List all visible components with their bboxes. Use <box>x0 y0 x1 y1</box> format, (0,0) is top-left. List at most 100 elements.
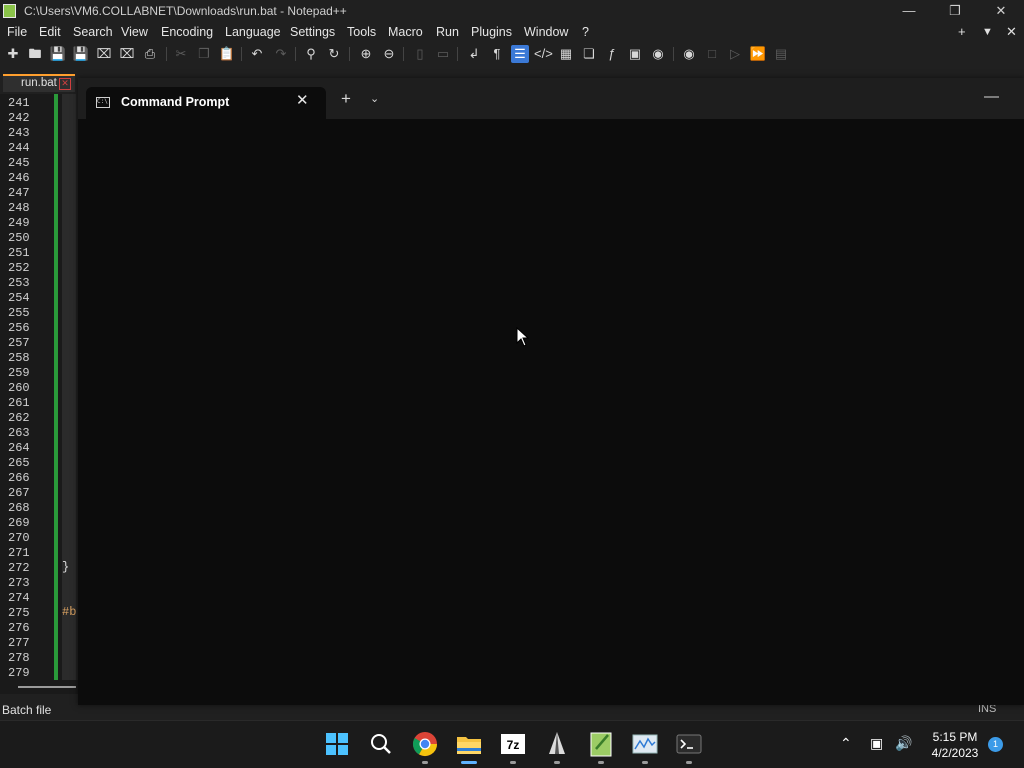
paste-icon[interactable]: 📋 <box>218 45 236 63</box>
word-wrap-icon[interactable]: ↲ <box>465 45 483 63</box>
status-language: Batch file <box>2 703 52 717</box>
resource-monitor-icon[interactable] <box>630 729 660 759</box>
run-macro-multiple-icon[interactable]: ⏩ <box>749 45 767 63</box>
replace-icon[interactable]: ↻ <box>325 45 343 63</box>
menu-edit[interactable]: Edit <box>39 25 61 39</box>
resource-monitor-running-indicator <box>642 761 648 764</box>
copy-icon[interactable]: ❐ <box>195 45 213 63</box>
show-all-chars-icon[interactable]: ¶ <box>488 45 506 63</box>
zoom-out-icon[interactable]: ⊖ <box>380 45 398 63</box>
line-number: 242 <box>8 111 30 125</box>
chevron-up-icon[interactable]: ⌃ <box>840 735 852 752</box>
scrollbar-thumb[interactable] <box>18 686 76 688</box>
chrome-icon[interactable] <box>410 729 440 759</box>
line-number: 270 <box>8 531 30 545</box>
file-tab-strip: run.bat ✕ <box>0 66 80 94</box>
clock[interactable]: 5:15 PM 4/2/2023 <box>920 729 990 761</box>
close-file-icon[interactable]: ⌧ <box>95 45 113 63</box>
line-number: 244 <box>8 141 30 155</box>
code-fragment-comment: #b <box>62 605 77 619</box>
open-file-icon[interactable]: 🖿 <box>26 45 44 63</box>
indent-guide-icon[interactable]: ☰ <box>511 45 529 63</box>
line-number: 251 <box>8 246 30 260</box>
volume-icon[interactable]: 🔊 <box>895 735 912 752</box>
sync-horizontal-icon[interactable]: ▭ <box>434 45 452 63</box>
network-icon[interactable]: ▣ <box>870 735 883 752</box>
play-macro-icon[interactable]: ▷ <box>726 45 744 63</box>
terminal-content[interactable] <box>78 119 1024 705</box>
inkscape-icon[interactable] <box>542 729 572 759</box>
document-map-icon[interactable]: ▦ <box>557 45 575 63</box>
menu-search[interactable]: Search <box>73 25 113 39</box>
undo-icon[interactable]: ↶ <box>248 45 266 63</box>
close-file-tab-icon[interactable]: ✕ <box>59 78 71 90</box>
line-number: 272 <box>8 561 30 575</box>
7zip-icon[interactable]: 7z <box>498 729 528 759</box>
close-terminal-tab-icon[interactable]: ✕ <box>296 91 309 109</box>
document-list-icon[interactable]: ❏ <box>580 45 598 63</box>
close-all-icon[interactable]: ⌧ <box>118 45 136 63</box>
line-number: 249 <box>8 216 30 230</box>
line-number: 253 <box>8 276 30 290</box>
menu-window[interactable]: Window <box>524 25 568 39</box>
close-tab-button[interactable]: ✕ <box>1006 24 1017 40</box>
menu-plugins[interactable]: Plugins <box>471 25 512 39</box>
redo-icon[interactable]: ↷ <box>272 45 290 63</box>
add-tab-button[interactable]: + <box>958 24 966 39</box>
tab-run-bat[interactable]: run.bat ✕ <box>3 74 75 92</box>
save-macro-icon[interactable]: ▤ <box>772 45 790 63</box>
stop-macro-icon[interactable]: □ <box>703 45 721 63</box>
code-fragment-brace: } <box>62 560 70 574</box>
menu-macro[interactable]: Macro <box>388 25 423 39</box>
line-number: 279 <box>8 666 30 680</box>
terminal-icon[interactable] <box>674 729 704 759</box>
line-number: 274 <box>8 591 30 605</box>
function-list-icon[interactable]: ƒ <box>603 45 621 63</box>
find-icon[interactable]: ⚲ <box>302 45 320 63</box>
zoom-in-icon[interactable]: ⊕ <box>357 45 375 63</box>
terminal-dropdown-button[interactable]: ⌄ <box>370 92 379 105</box>
horizontal-scrollbar[interactable] <box>0 680 80 694</box>
menu-language[interactable]: Language <box>225 25 281 39</box>
terminal-minimize-button[interactable]: — <box>984 88 999 105</box>
clock-date: 4/2/2023 <box>931 746 979 760</box>
notification-badge[interactable]: 1 <box>988 737 1003 752</box>
menu-run[interactable]: Run <box>436 25 459 39</box>
line-number: 260 <box>8 381 30 395</box>
menu-settings[interactable]: Settings <box>290 25 335 39</box>
menu-tools[interactable]: Tools <box>347 25 376 39</box>
terminal-window[interactable]: C:\ Command Prompt ✕ + ⌄ — <box>78 78 1024 705</box>
save-icon[interactable]: 💾 <box>49 45 67 63</box>
notepadpp-icon[interactable] <box>586 729 616 759</box>
restore-button[interactable]: ❐ <box>932 0 978 22</box>
toolbar: ✚ 🖿 💾 💾 ⌧ ⌧ ⎙ ✂ ❐ 📋 ↶ ↷ ⚲ ↻ ⊕ ⊖ ▯ ▭ ↲ ¶ … <box>0 42 1024 66</box>
tab-command-prompt[interactable]: C:\ Command Prompt ✕ <box>86 87 326 119</box>
7zip-running-indicator <box>510 761 516 764</box>
sync-vertical-icon[interactable]: ▯ <box>411 45 429 63</box>
close-window-button[interactable]: ✕ <box>978 0 1024 22</box>
menu-help[interactable]: ? <box>582 25 589 39</box>
start-icon[interactable] <box>322 729 352 759</box>
line-number: 268 <box>8 501 30 515</box>
cut-icon[interactable]: ✂ <box>172 45 190 63</box>
taskbar: 7z ⌃ ▣ 🔊 5:15 PM 4/2/2023 1 <box>0 720 1024 768</box>
search-icon[interactable] <box>366 729 396 759</box>
new-file-icon[interactable]: ✚ <box>4 45 22 63</box>
record-macro-icon[interactable]: ◉ <box>680 45 698 63</box>
new-terminal-tab-button[interactable]: + <box>341 90 351 107</box>
tab-list-button[interactable]: ▼ <box>982 26 993 38</box>
minimize-button[interactable]: — <box>886 0 932 22</box>
print-icon[interactable]: ⎙ <box>141 45 159 63</box>
menu-view[interactable]: View <box>121 25 148 39</box>
xml-tags-icon[interactable]: </> <box>534 45 553 63</box>
line-number: 243 <box>8 126 30 140</box>
notepadpp-title-bar[interactable]: C:\Users\VM6.COLLABNET\Downloads\run.bat… <box>0 0 1024 22</box>
folder-workspace-icon[interactable]: ▣ <box>626 45 644 63</box>
file-explorer-icon[interactable] <box>454 729 484 759</box>
terminal-title-bar[interactable]: C:\ Command Prompt ✕ + ⌄ — <box>78 78 1024 119</box>
menu-file[interactable]: File <box>7 25 27 39</box>
code-area[interactable]: } #b <box>62 94 76 680</box>
monitoring-icon[interactable]: ◉ <box>649 45 667 63</box>
menu-encoding[interactable]: Encoding <box>161 25 213 39</box>
save-all-icon[interactable]: 💾 <box>72 45 90 63</box>
